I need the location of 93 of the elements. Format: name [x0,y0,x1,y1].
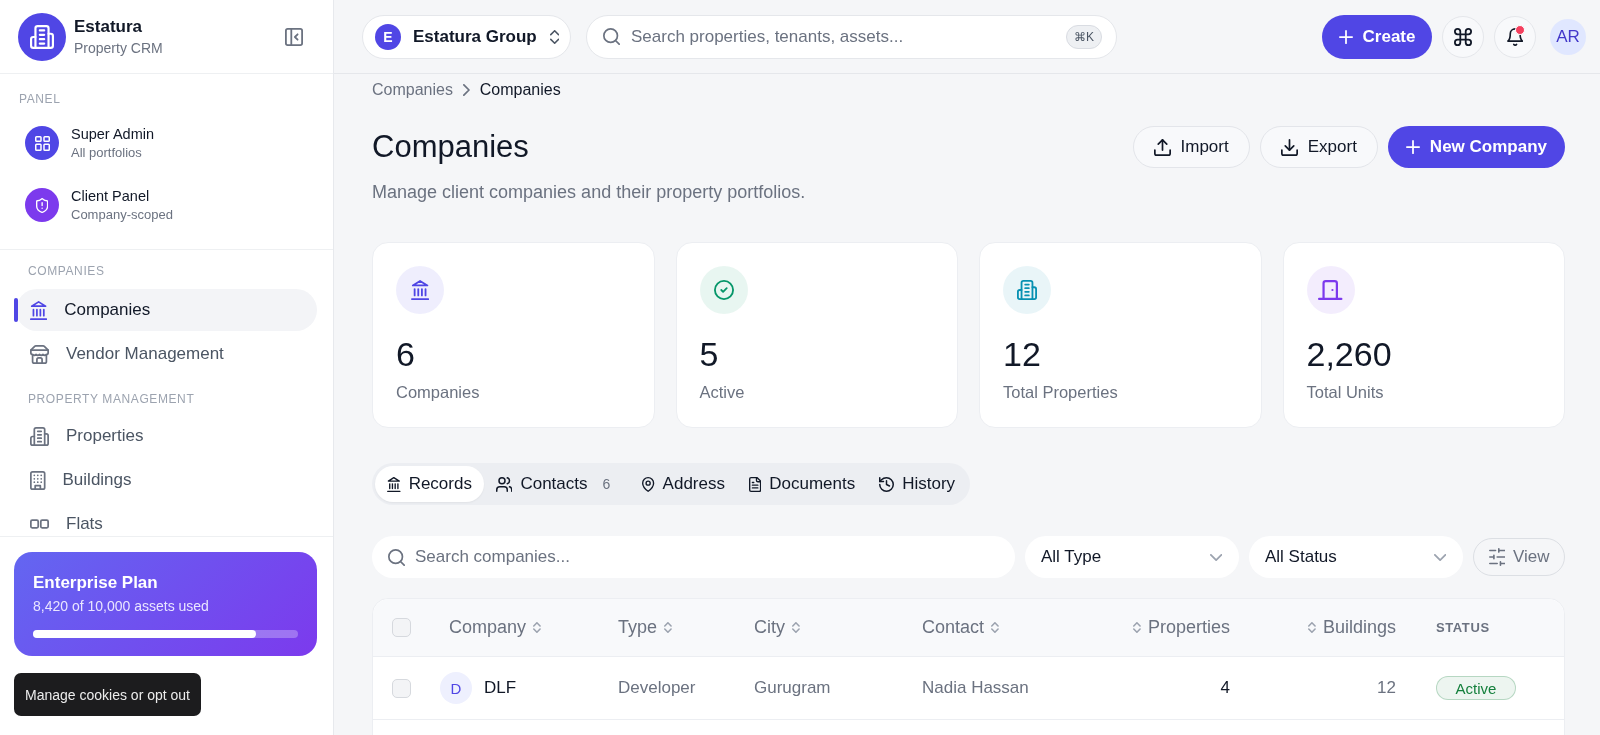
chevron-down-icon [1209,553,1222,561]
search-icon [388,548,405,566]
tab[interactable]: Address [630,466,737,502]
export-button[interactable]: Export [1259,126,1378,168]
chevrons-up-down-icon [549,29,559,44]
bank-icon [30,300,48,320]
import-button[interactable]: Import [1132,126,1250,168]
plan-usage: 8,420 of 10,000 assets used [33,597,209,616]
column-header[interactable]: Properties [1133,617,1230,638]
brand-name: Estatura [74,17,144,37]
column-header[interactable]: Company [449,617,541,638]
bell-icon [1506,27,1524,46]
sort-icon [991,622,999,633]
document-icon [748,476,762,492]
org-switcher[interactable]: E Estatura Group [362,14,571,59]
section-label: PROPERTY MANAGEMENT [28,391,195,407]
row-checkbox[interactable] [392,678,411,698]
chevron-right-icon [462,84,470,96]
stat-label: Total Properties [1003,382,1118,403]
company-avatar: D [440,672,472,704]
stat-label: Companies [396,382,480,403]
page-subtitle: Manage client companies and their property portfolios. [372,181,806,204]
sort-icon [664,622,672,633]
sort-icon [533,622,541,633]
sort-icon [1133,622,1141,633]
store-icon [30,344,49,364]
nav-item[interactable]: Vendor Management [16,333,317,375]
column-header[interactable]: Buildings [1308,617,1396,638]
column-header[interactable]: Contact [922,617,999,638]
command-icon [1454,27,1472,46]
sort-icon [792,622,800,633]
panel-item[interactable]: Super Admin All portfolios [0,118,165,168]
office-building-icon [30,426,49,446]
upload-icon [1153,138,1171,156]
table-cell: 12 [1377,678,1396,698]
history-icon [879,476,895,492]
two-squares-icon [30,519,49,529]
company-search-field[interactable]: Search companies... [372,536,1015,578]
user-avatar[interactable]: AR [1550,18,1586,55]
plus-icon [1405,140,1420,154]
tab[interactable]: History [867,466,968,502]
command-button[interactable] [1442,15,1484,58]
section-label: PANEL [19,91,61,107]
table-cell: Developer [618,678,696,698]
stat-value: 5 [699,334,719,374]
column-header[interactable]: City [754,617,800,638]
plus-icon [1338,29,1353,44]
map-pin-icon [642,476,655,492]
new-company-button[interactable]: New Company [1387,126,1565,168]
create-button[interactable]: Create [1322,14,1432,59]
table-cell: Gurugram [754,678,831,698]
org-avatar: E [375,23,401,50]
cookie-settings-button[interactable]: Manage cookies or opt out [14,673,201,716]
nav-item[interactable]: Companies [16,289,317,331]
tab[interactable]: Records [375,466,484,502]
tab[interactable]: Documents [736,466,868,502]
breadcrumb-current: Companies [479,81,561,99]
bank-icon [387,476,401,492]
status-badge: Active [1436,676,1516,700]
search-icon [603,28,620,45]
stat-label: Total Units [1306,382,1384,403]
panel-item[interactable]: Client Panel Company-scoped [0,180,183,230]
tab[interactable]: Contacts 6 [483,466,631,502]
breadcrumb-link[interactable]: Companies [372,81,453,99]
notifications-button[interactable] [1494,15,1536,58]
users-icon [495,476,513,492]
brand-subtitle: Property CRM [74,40,163,56]
brand-logo-icon [18,12,66,61]
column-header[interactable]: Type [618,617,672,638]
download-icon [1280,138,1298,156]
chevron-down-icon [1433,553,1446,561]
active-indicator [14,298,18,322]
nav-item[interactable]: Buildings [16,459,317,501]
sidebar-toggle-icon[interactable] [285,27,303,46]
stat-value: 12 [1003,334,1041,374]
stat-label: Active [699,382,745,403]
type-filter-select[interactable]: All Type [1025,536,1239,578]
sliders-icon [1488,548,1505,566]
plan-title: Enterprise Plan [33,572,158,594]
select-all-checkbox[interactable] [392,618,411,637]
table-cell: 4 [1220,678,1230,698]
nav-item[interactable]: Flats [16,503,317,536]
building-icon [30,470,46,490]
sort-icon [1308,622,1316,633]
column-header: STATUS [1436,620,1490,635]
stat-value: 2,260 [1306,334,1392,374]
section-label: COMPANIES [28,263,105,279]
table-cell: Nadia Hassan [922,678,1029,698]
nav-item[interactable]: Properties [16,415,317,457]
status-filter-select[interactable]: All Status [1249,536,1463,578]
stat-value: 6 [396,334,415,374]
page-title: Companies [372,128,529,166]
company-name[interactable]: DLF [484,678,517,698]
